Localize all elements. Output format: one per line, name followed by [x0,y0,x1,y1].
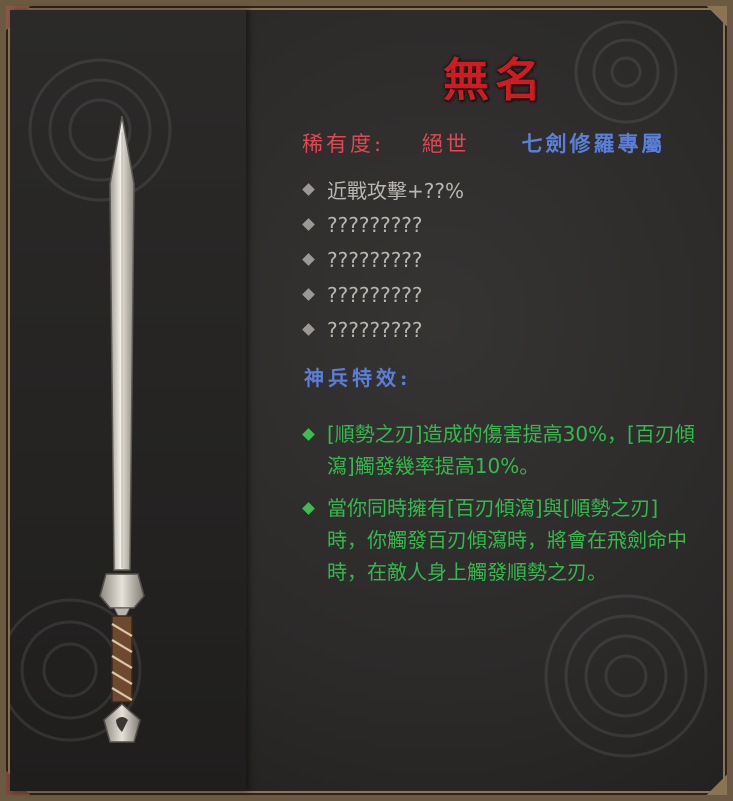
stat-text: ????????? [327,247,423,272]
diamond-icon [302,502,315,515]
diamond-icon [302,288,315,301]
stat-item: ????????? [300,242,464,277]
effect-item: 當你同時擁有[百刃傾瀉]與[順勢之刃]時，你觸發百刃傾瀉時，將會在飛劍命中時，在… [300,492,700,588]
stat-list: 近戰攻擊+??% ????????? ????????? ????????? ?… [300,172,464,347]
stat-item: ????????? [300,277,464,312]
stat-item: ????????? [300,207,464,242]
diamond-icon [302,183,315,196]
effect-text: 當你同時擁有[百刃傾瀉]與[順勢之刃]時，你觸發百刃傾瀉時，將會在飛劍命中時，在… [327,496,687,584]
rarity-label: 稀有度: [302,132,385,156]
effect-text: [順勢之刃]造成的傷害提高30%，[百刃傾瀉]觸發幾率提高10%。 [327,422,695,478]
stat-item: ????????? [300,312,464,347]
stat-text: ????????? [327,212,423,237]
exclusive-tag: 七劍修羅專屬 [521,131,666,156]
special-effects-list: [順勢之刃]造成的傷害提高30%，[百刃傾瀉]觸發幾率提高10%。 當你同時擁有… [300,418,700,598]
diamond-icon [302,428,315,441]
diamond-icon [302,253,315,266]
stat-text: ????????? [327,282,423,307]
rarity-row: 稀有度: 絕世 七劍修羅專屬 [302,128,665,158]
cloud-swirl-decoration [544,594,708,758]
item-name: 無名 [443,53,547,107]
sword-icon [99,115,145,743]
diamond-icon [302,323,315,336]
effect-item: [順勢之刃]造成的傷害提高30%，[百刃傾瀉]觸發幾率提高10%。 [300,418,700,482]
rarity-value: 絕世 [421,132,470,156]
stat-item: 近戰攻擊+??% [300,172,464,207]
stat-text: ????????? [327,317,423,342]
special-effects-header: 神兵特效: [304,366,412,390]
diamond-icon [302,218,315,231]
stat-text: 近戰攻擊+??% [327,179,464,203]
